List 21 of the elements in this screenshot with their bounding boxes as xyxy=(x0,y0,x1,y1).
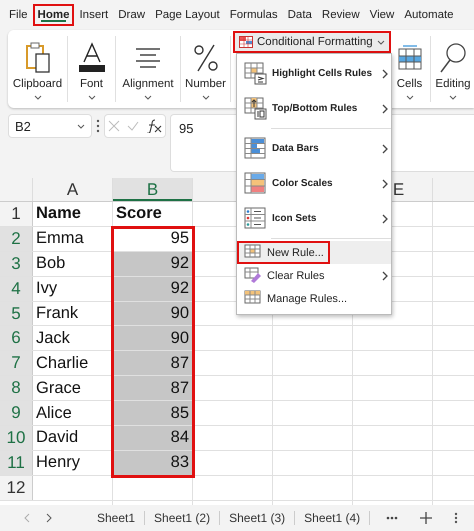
table-cell-text: David xyxy=(35,427,80,448)
table-cell-text: Bob xyxy=(35,253,66,274)
column-title: Name xyxy=(35,203,82,224)
table-cell: 83 xyxy=(113,450,192,475)
column-title: Score xyxy=(115,203,163,224)
table-cell: 87 xyxy=(113,351,192,376)
table-cell: 92 xyxy=(113,252,192,276)
table-cell: 90 xyxy=(113,326,192,350)
table-cell-text: Jack xyxy=(35,328,71,349)
table-cell-text: Charlie xyxy=(35,352,90,374)
table-cell: 87 xyxy=(113,376,192,400)
table-cell-text: Ivy xyxy=(35,278,58,300)
table-cell-text: Henry xyxy=(35,452,82,474)
table-cell-text: Emma xyxy=(35,228,85,250)
table-cell: 85 xyxy=(113,401,192,426)
table-cell: 90 xyxy=(113,302,192,326)
table-cell: 84 xyxy=(113,426,192,450)
table-cell: 92 xyxy=(113,276,192,301)
table-cell-text: Frank xyxy=(35,303,80,324)
table-cell-text: Alice xyxy=(35,402,73,424)
table-cell-text: Grace xyxy=(35,378,82,399)
